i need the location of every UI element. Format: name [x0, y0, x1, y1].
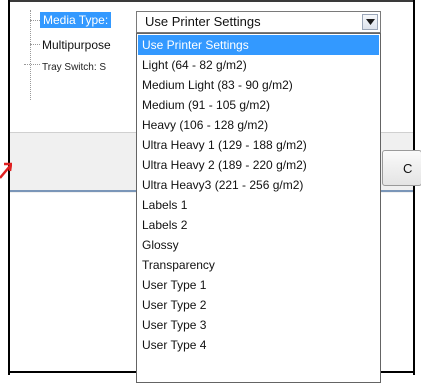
window-frame-right: [413, 0, 415, 375]
dropdown-option[interactable]: Heavy (106 - 128 g/m2): [138, 115, 379, 135]
dropdown-option[interactable]: User Type 3: [138, 315, 379, 335]
dropdown-option[interactable]: User Type 4: [138, 335, 379, 355]
tree-connector-branch: [30, 20, 40, 22]
tray-switch-label[interactable]: Tray Switch: S: [42, 60, 106, 76]
dropdown-option[interactable]: User Type 2: [138, 295, 379, 315]
dropdown-option[interactable]: Ultra Heavy 1 (129 - 188 g/m2): [138, 135, 379, 155]
media-type-dropdown-list[interactable]: Use Printer Settings Light (64 - 82 g/m2)…: [136, 33, 381, 383]
tree-connector-line: [30, 10, 32, 100]
ok-button-label: C: [403, 161, 413, 176]
multipurpose-label[interactable]: Multipurpose: [42, 37, 111, 53]
dropdown-option[interactable]: Use Printer Settings: [138, 35, 379, 55]
media-type-combobox[interactable]: Use Printer Settings: [136, 11, 381, 33]
tree-connector-branch: [24, 64, 40, 66]
media-type-combobox-value: Use Printer Settings: [145, 14, 261, 29]
window-frame-top: [8, 0, 415, 2]
dropdown-option[interactable]: Medium (91 - 105 g/m2): [138, 95, 379, 115]
red-arrow-icon: [0, 162, 12, 179]
dropdown-option[interactable]: Labels 1: [138, 195, 379, 215]
media-type-label[interactable]: Media Type:: [40, 12, 112, 28]
dropdown-option[interactable]: Labels 2: [138, 215, 379, 235]
tree-connector-branch: [30, 44, 40, 46]
chevron-down-icon: [366, 19, 375, 25]
dropdown-option[interactable]: Glossy: [138, 235, 379, 255]
dropdown-option[interactable]: Ultra Heavy 2 (189 - 220 g/m2): [138, 155, 379, 175]
combobox-dropdown-button[interactable]: [362, 14, 378, 30]
dropdown-option[interactable]: User Type 1: [138, 275, 379, 295]
dropdown-option[interactable]: Ultra Heavy3 (221 - 256 g/m2): [138, 175, 379, 195]
ok-button[interactable]: C: [382, 150, 421, 186]
dropdown-option[interactable]: Light (64 - 82 g/m2): [138, 55, 379, 75]
dropdown-option[interactable]: Medium Light (83 - 90 g/m2): [138, 75, 379, 95]
dropdown-option[interactable]: Transparency: [138, 255, 379, 275]
